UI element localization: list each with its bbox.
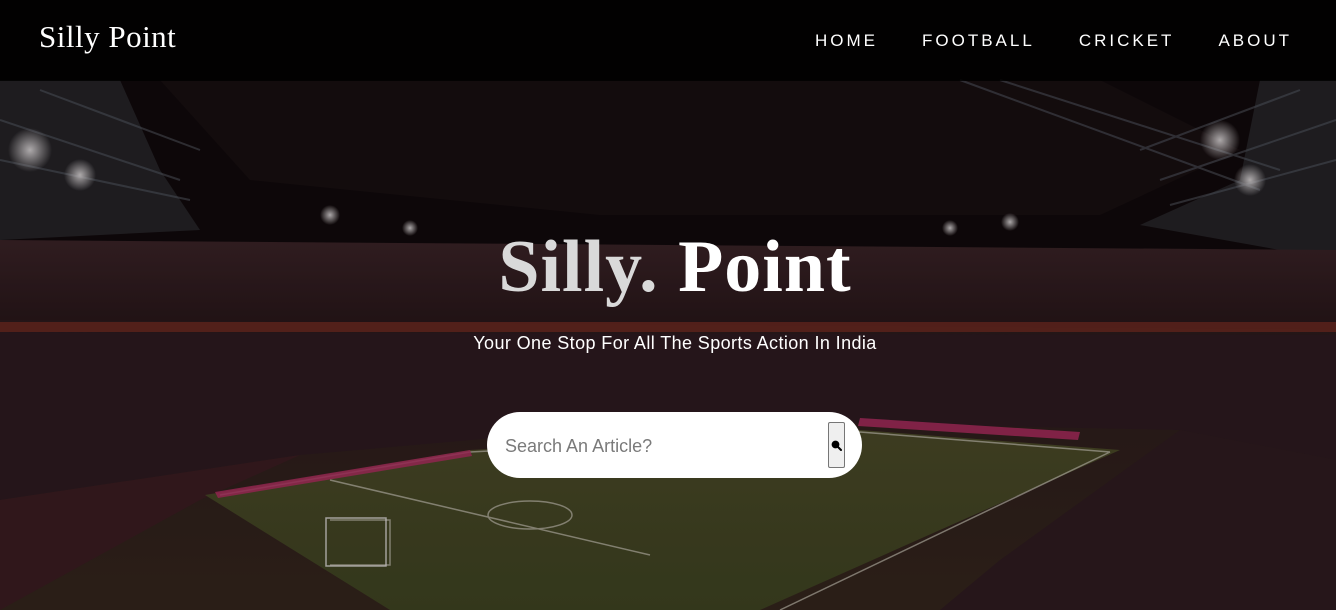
nav-link-football[interactable]: FOOTBALL	[922, 31, 1035, 51]
search-bar	[487, 412, 862, 478]
nav-link-about[interactable]: ABOUT	[1218, 31, 1292, 51]
search-button[interactable]	[828, 422, 845, 468]
nav-link-home[interactable]: HOME	[815, 31, 878, 51]
hero-title: Silly. Point	[0, 225, 1336, 310]
top-navbar: Silly Point HOME FOOTBALL CRICKET ABOUT	[0, 0, 1336, 81]
hero-section: Silly. Point Your One Stop For All The S…	[0, 0, 1336, 610]
brand-logo-text[interactable]: Silly Point	[39, 19, 176, 55]
search-input[interactable]	[503, 425, 807, 467]
search-icon	[831, 440, 842, 451]
hero-title-part2: Point	[658, 226, 852, 308]
nav-links: HOME FOOTBALL CRICKET ABOUT	[815, 0, 1336, 81]
hero-title-part1: Silly.	[498, 226, 659, 308]
hero-subtitle: Your One Stop For All The Sports Action …	[473, 333, 877, 353]
nav-link-cricket[interactable]: CRICKET	[1079, 31, 1175, 51]
